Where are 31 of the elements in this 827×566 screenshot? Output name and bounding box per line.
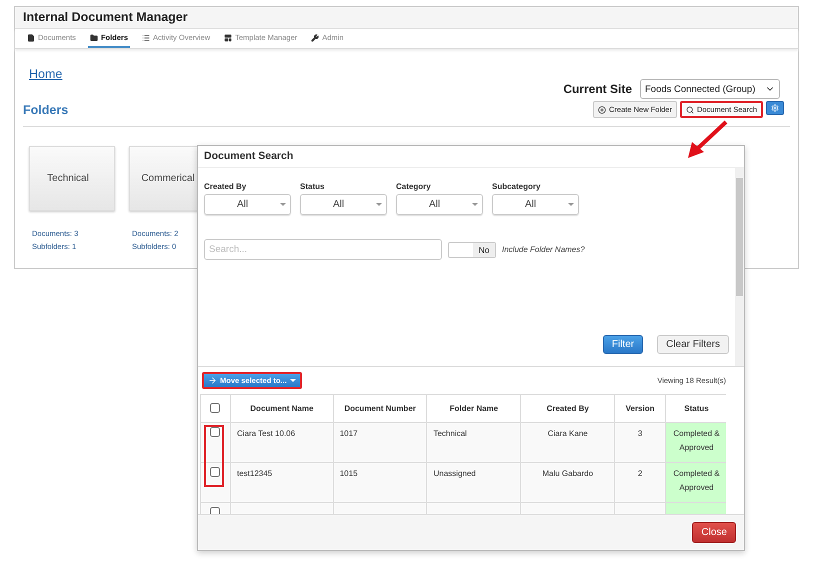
- filter-label: Status: [300, 182, 326, 191]
- table-cell: Ciara Test 10.06: [230, 422, 334, 462]
- folder-card[interactable]: Technical: [29, 146, 115, 211]
- site-label: Current Site: [563, 82, 632, 96]
- filter-select[interactable]: All: [396, 194, 483, 215]
- status-cell: Completed & Approved: [666, 422, 726, 462]
- filter-label: Category: [396, 182, 432, 191]
- close-button[interactable]: Close: [692, 522, 736, 543]
- table-cell: 3: [614, 422, 666, 462]
- table-cell: Unassigned: [426, 462, 521, 502]
- filter-label: Subcategory: [492, 182, 542, 191]
- home-link[interactable]: Home: [29, 67, 62, 81]
- filter-select[interactable]: All: [204, 194, 291, 215]
- toggle-switch[interactable]: No: [448, 242, 496, 258]
- site-select[interactable]: Foods Connected (Group): [640, 79, 780, 99]
- table-cell: Ciara Kane: [520, 422, 615, 462]
- dialog-title: Document Search: [198, 146, 744, 168]
- table-cell: 1017: [333, 422, 427, 462]
- status-cell: Completed & Approved: [666, 462, 726, 502]
- clear-filters-button[interactable]: Clear Filters: [657, 335, 729, 354]
- toggle-label: Include Folder Names?: [502, 245, 585, 254]
- filter-select[interactable]: All: [492, 194, 579, 215]
- table-cell: test12345: [230, 462, 334, 502]
- search-field[interactable]: Search...: [204, 239, 442, 260]
- page-heading: Folders: [23, 102, 68, 116]
- table-cell: Malu Gabardo: [520, 462, 615, 502]
- table-cell: 1015: [333, 462, 427, 502]
- table-cell: Technical: [426, 422, 521, 462]
- app-title: Internal Document Manager: [15, 7, 798, 29]
- filter-select[interactable]: All: [300, 194, 387, 215]
- table-cell: 2: [614, 462, 666, 502]
